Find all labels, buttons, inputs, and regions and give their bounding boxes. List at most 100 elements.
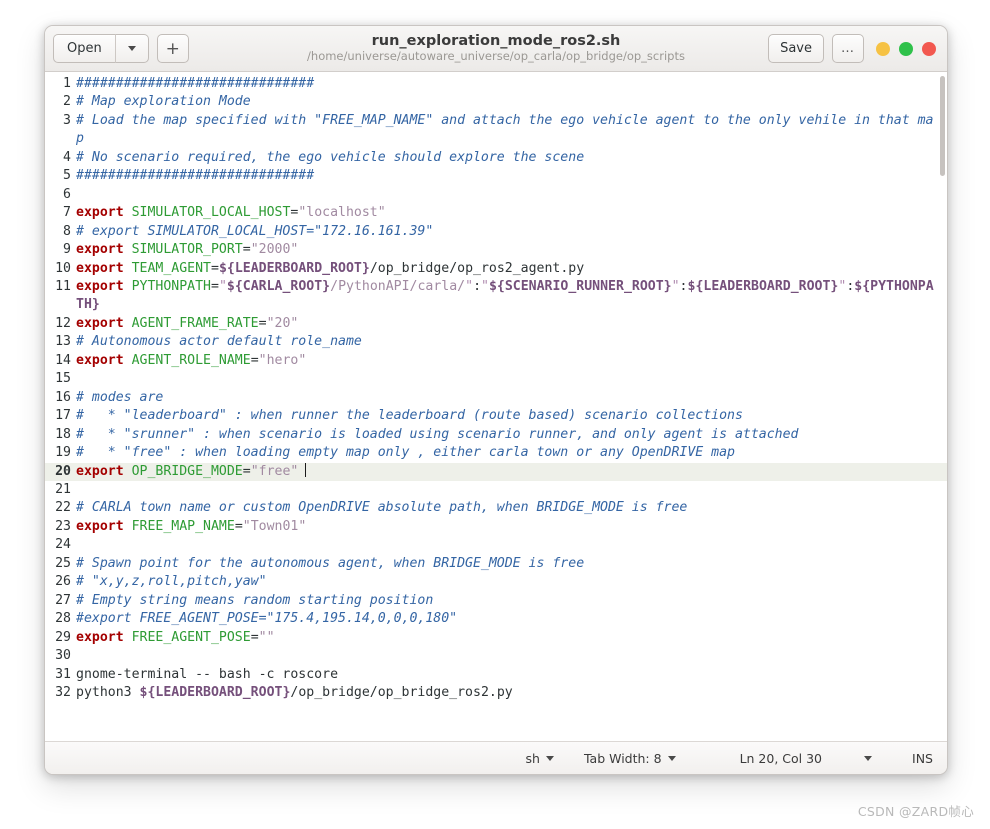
- code-line[interactable]: 17 # * "leaderboard" : when runner the le…: [45, 407, 947, 425]
- chevron-down-icon: [667, 755, 676, 761]
- header-right-controls: Save …: [768, 34, 939, 63]
- overflow-menu-button[interactable]: …: [832, 34, 864, 63]
- vertical-scrollbar[interactable]: [940, 76, 945, 176]
- code-line-text: [76, 186, 947, 204]
- text-editor-window: Open + run_exploration_mode_ros2.sh /hom…: [44, 25, 948, 775]
- insert-mode-indicator[interactable]: INS: [912, 751, 933, 766]
- code-line-text: # Map exploration Mode: [76, 94, 251, 110]
- code-line[interactable]: 15: [45, 370, 947, 388]
- code-line[interactable]: 4 # No scenario required, the ego vehicle…: [45, 149, 947, 167]
- code-line-text: # No scenario required, the ego vehicle …: [76, 149, 585, 165]
- code-line[interactable]: 27 # Empty string means random starting p…: [45, 592, 947, 610]
- save-button[interactable]: Save: [768, 34, 824, 63]
- chevron-down-icon: [127, 46, 136, 51]
- code-line[interactable]: 7 export SIMULATOR_LOCAL_HOST="localhost": [45, 204, 947, 222]
- header-left-controls: Open +: [53, 34, 189, 63]
- line-number: 21: [55, 481, 71, 497]
- code-line[interactable]: 28 #export FREE_AGENT_POSE="175.4,195.14,…: [45, 610, 947, 628]
- code-line-text: gnome-terminal -- bash -c roscore: [76, 666, 339, 682]
- line-number: 16: [55, 389, 71, 405]
- line-number: 23: [55, 518, 71, 534]
- line-number: 3: [63, 112, 71, 128]
- code-line-text: # export SIMULATOR_LOCAL_HOST="172.16.16…: [76, 223, 434, 239]
- code-editor[interactable]: 1 ############################## 2 # Map ex…: [45, 72, 947, 741]
- open-dropdown-button[interactable]: [115, 34, 149, 63]
- line-number: 12: [55, 315, 71, 331]
- code-line-text: export PYTHONPATH="${CARLA_ROOT}/PythonA…: [76, 278, 934, 313]
- code-line[interactable]: 6: [45, 186, 947, 204]
- line-number: 24: [55, 537, 71, 553]
- code-line-text: #export FREE_AGENT_POSE="175.4,195.14,0,…: [76, 611, 458, 627]
- line-number: 29: [55, 629, 71, 645]
- code-line[interactable]: 16 # modes are: [45, 389, 947, 407]
- code-line-text: ##############################: [76, 76, 315, 91]
- code-line-text: [76, 536, 947, 554]
- open-button[interactable]: Open: [53, 34, 116, 63]
- code-line-text: export OP_BRIDGE_MODE="free": [76, 462, 947, 481]
- code-line-text: export SIMULATOR_PORT="2000": [76, 242, 299, 258]
- code-line[interactable]: 3 # Load the map specified with "FREE_MAP…: [45, 112, 947, 149]
- code-line-text: # * "free" : when loading empty map only…: [76, 445, 735, 461]
- line-number: 11: [55, 278, 71, 294]
- line-number: 27: [55, 592, 71, 608]
- line-number: 22: [55, 500, 71, 516]
- line-number: 1: [63, 76, 71, 91]
- code-line[interactable]: 13 # Autonomous actor default role_name: [45, 333, 947, 351]
- code-line[interactable]: 20 export OP_BRIDGE_MODE="free": [45, 462, 947, 481]
- language-selector[interactable]: sh: [526, 751, 554, 766]
- code-line-text: [76, 647, 947, 665]
- position-dropdown-button[interactable]: [864, 755, 873, 761]
- code-line-text: # Autonomous actor default role_name: [76, 334, 362, 350]
- code-line-text: # Spawn point for the autonomous agent, …: [76, 555, 585, 571]
- code-line-text: export FREE_MAP_NAME="Town01": [76, 518, 307, 534]
- code-line[interactable]: 19 # * "free" : when loading empty map on…: [45, 444, 947, 462]
- line-number: 14: [55, 352, 71, 368]
- open-split-button[interactable]: Open: [53, 34, 149, 63]
- code-line[interactable]: 9 export SIMULATOR_PORT="2000": [45, 241, 947, 259]
- code-line-text: export TEAM_AGENT=${LEADERBOARD_ROOT}/op…: [76, 260, 585, 276]
- code-line[interactable]: 30: [45, 647, 947, 665]
- code-line[interactable]: 5 ##############################: [45, 167, 947, 185]
- language-label: sh: [525, 750, 540, 766]
- code-line[interactable]: 32 python3 ${LEADERBOARD_ROOT}/op_bridge/…: [45, 684, 947, 702]
- close-button[interactable]: [922, 41, 936, 56]
- code-line-text: # CARLA town name or custom OpenDRIVE ab…: [76, 500, 688, 516]
- code-line-text: # Load the map specified with "FREE_MAP_…: [76, 112, 934, 147]
- code-line[interactable]: 23 export FREE_MAP_NAME="Town01": [45, 518, 947, 536]
- minimize-button[interactable]: [876, 41, 890, 56]
- code-line[interactable]: 8 # export SIMULATOR_LOCAL_HOST="172.16.1…: [45, 223, 947, 241]
- code-line[interactable]: 10 export TEAM_AGENT=${LEADERBOARD_ROOT}/…: [45, 260, 947, 278]
- status-bar: sh Tab Width: 8 Ln 20, Col 30 INS: [45, 741, 947, 774]
- chevron-down-icon: [545, 755, 554, 761]
- code-line[interactable]: 31 gnome-terminal -- bash -c roscore: [45, 666, 947, 684]
- maximize-button[interactable]: [899, 41, 913, 56]
- code-line[interactable]: 11 export PYTHONPATH="${CARLA_ROOT}/Pytho…: [45, 278, 947, 315]
- cursor-position-label: Ln 20, Col 30: [739, 750, 823, 766]
- code-line-text: ##############################: [76, 168, 315, 184]
- code-line[interactable]: 1 ##############################: [45, 75, 947, 93]
- code-line[interactable]: 2 # Map exploration Mode: [45, 93, 947, 111]
- code-line[interactable]: 24: [45, 536, 947, 554]
- code-line-text: # modes are: [76, 389, 164, 405]
- line-number: 2: [63, 94, 71, 110]
- code-line-text: python3 ${LEADERBOARD_ROOT}/op_bridge/op…: [76, 684, 513, 700]
- code-line[interactable]: 14 export AGENT_ROLE_NAME="hero": [45, 352, 947, 370]
- code-lines-container: 1 ############################## 2 # Map ex…: [45, 75, 947, 702]
- tab-width-selector[interactable]: Tab Width: 8: [584, 751, 676, 766]
- window-controls: [876, 41, 936, 56]
- new-tab-button[interactable]: +: [156, 34, 189, 63]
- code-line[interactable]: 12 export AGENT_FRAME_RATE="20": [45, 315, 947, 333]
- file-path-subtitle: /home/universe/autoware_universe/op_carl…: [307, 49, 685, 64]
- code-line[interactable]: 25 # Spawn point for the autonomous agent…: [45, 555, 947, 573]
- line-number: 5: [63, 168, 71, 184]
- code-line[interactable]: 26 # "x,y,z,roll,pitch,yaw": [45, 573, 947, 591]
- watermark: CSDN @ZARD帧心: [857, 804, 974, 819]
- code-line-text: export AGENT_ROLE_NAME="hero": [76, 352, 307, 368]
- line-number: 15: [55, 371, 71, 387]
- code-line[interactable]: 18 # * "srunner" : when scenario is loade…: [45, 426, 947, 444]
- code-line[interactable]: 22 # CARLA town name or custom OpenDRIVE …: [45, 499, 947, 517]
- code-line[interactable]: 29 export FREE_AGENT_POSE="": [45, 629, 947, 647]
- page-title: run_exploration_mode_ros2.sh: [371, 32, 621, 49]
- line-number: 13: [55, 334, 71, 350]
- code-line[interactable]: 21: [45, 481, 947, 499]
